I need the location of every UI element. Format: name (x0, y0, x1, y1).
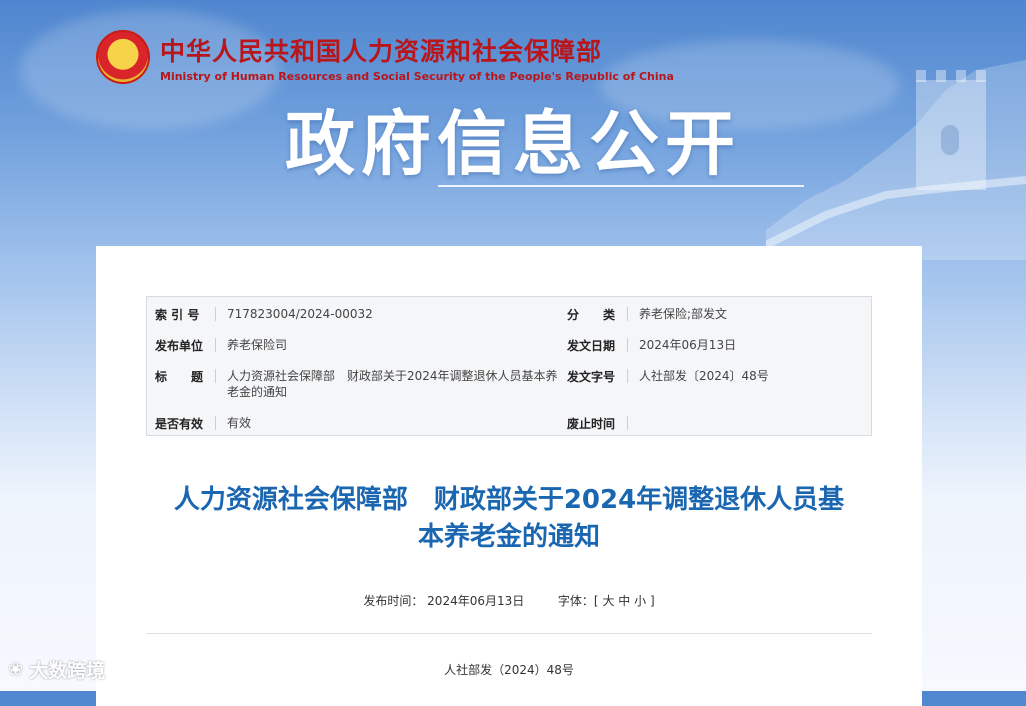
title-label: 标 题 (155, 370, 204, 384)
org-name[interactable]: 中华人民共和国人力资源和社会保障部 Ministry of Human Reso… (160, 32, 674, 83)
font-size-close: ] (649, 594, 655, 608)
category-label: 分 类 (567, 308, 616, 322)
font-small-button[interactable]: 小 (634, 594, 646, 608)
publish-info: 发布时间： 2024年06月13日 字体：[ 大 中 小 ] (146, 592, 872, 609)
publisher-label: 发布单位 (155, 339, 204, 353)
great-wall-illustration (764, 30, 1026, 260)
index-value: 717823004/2024-00032 (227, 307, 373, 321)
column-separator (215, 338, 216, 352)
column-separator (215, 369, 216, 383)
issue-date-value: 2024年06月13日 (639, 338, 737, 352)
font-medium-button[interactable]: 中 (618, 594, 630, 608)
watermark: ❀ 大数跨境 (8, 656, 105, 683)
document-number: 人社部发（2024）48号 (444, 663, 574, 677)
column-separator (215, 307, 216, 321)
column-separator (627, 307, 628, 321)
document-title: 人力资源社会保障部 财政部关于2024年调整退休人员基 本养老金的通知 (146, 482, 872, 556)
metadata-table: 索 引 号 717823004/2024-00032 分 类 养老保险;部发文 … (146, 296, 872, 436)
banner-title: 政府信息公开 (285, 103, 741, 185)
valid-label: 是否有效 (155, 417, 204, 431)
national-emblem-icon (96, 30, 150, 84)
publisher-value: 养老保险司 (227, 338, 288, 352)
banner-divider (438, 185, 804, 187)
org-name-cn: 中华人民共和国人力资源和社会保障部 (160, 36, 603, 66)
doc-no-label: 发文字号 (567, 370, 616, 384)
watermark-text: 大数跨境 (29, 660, 106, 682)
font-size-label: 字体：[ (557, 594, 599, 608)
valid-value: 有效 (227, 416, 252, 430)
index-label: 索 引 号 (155, 308, 200, 322)
abolish-label: 废止时间 (567, 417, 616, 431)
site-header: 中华人民共和国人力资源和社会保障部 Ministry of Human Reso… (96, 30, 674, 84)
org-name-en: Ministry of Human Resources and Social S… (160, 69, 674, 83)
doc-no-value: 人社部发〔2024〕48号 (639, 369, 769, 383)
category-value: 养老保险;部发文 (639, 307, 728, 321)
column-separator (215, 416, 216, 430)
document-title-line2: 本养老金的通知 (417, 522, 600, 552)
font-size-control: 字体：[ 大 中 小 ] (558, 594, 655, 608)
column-separator (627, 416, 628, 430)
publish-time-label: 发布时间： (363, 594, 424, 608)
issue-date-label: 发文日期 (567, 339, 616, 353)
column-separator (627, 338, 628, 352)
publish-time-value: 2024年06月13日 (427, 594, 525, 608)
content-divider (146, 633, 872, 634)
document-title-line1: 人力资源社会保障部 财政部关于2024年调整退休人员基 (173, 485, 845, 515)
title-value: 人力资源社会保障部 财政部关于2024年调整退休人员基本养老金的通知 (227, 369, 558, 399)
dashu-logo-icon: ❀ (8, 659, 24, 680)
font-large-button[interactable]: 大 (602, 594, 614, 608)
column-separator (627, 369, 628, 383)
